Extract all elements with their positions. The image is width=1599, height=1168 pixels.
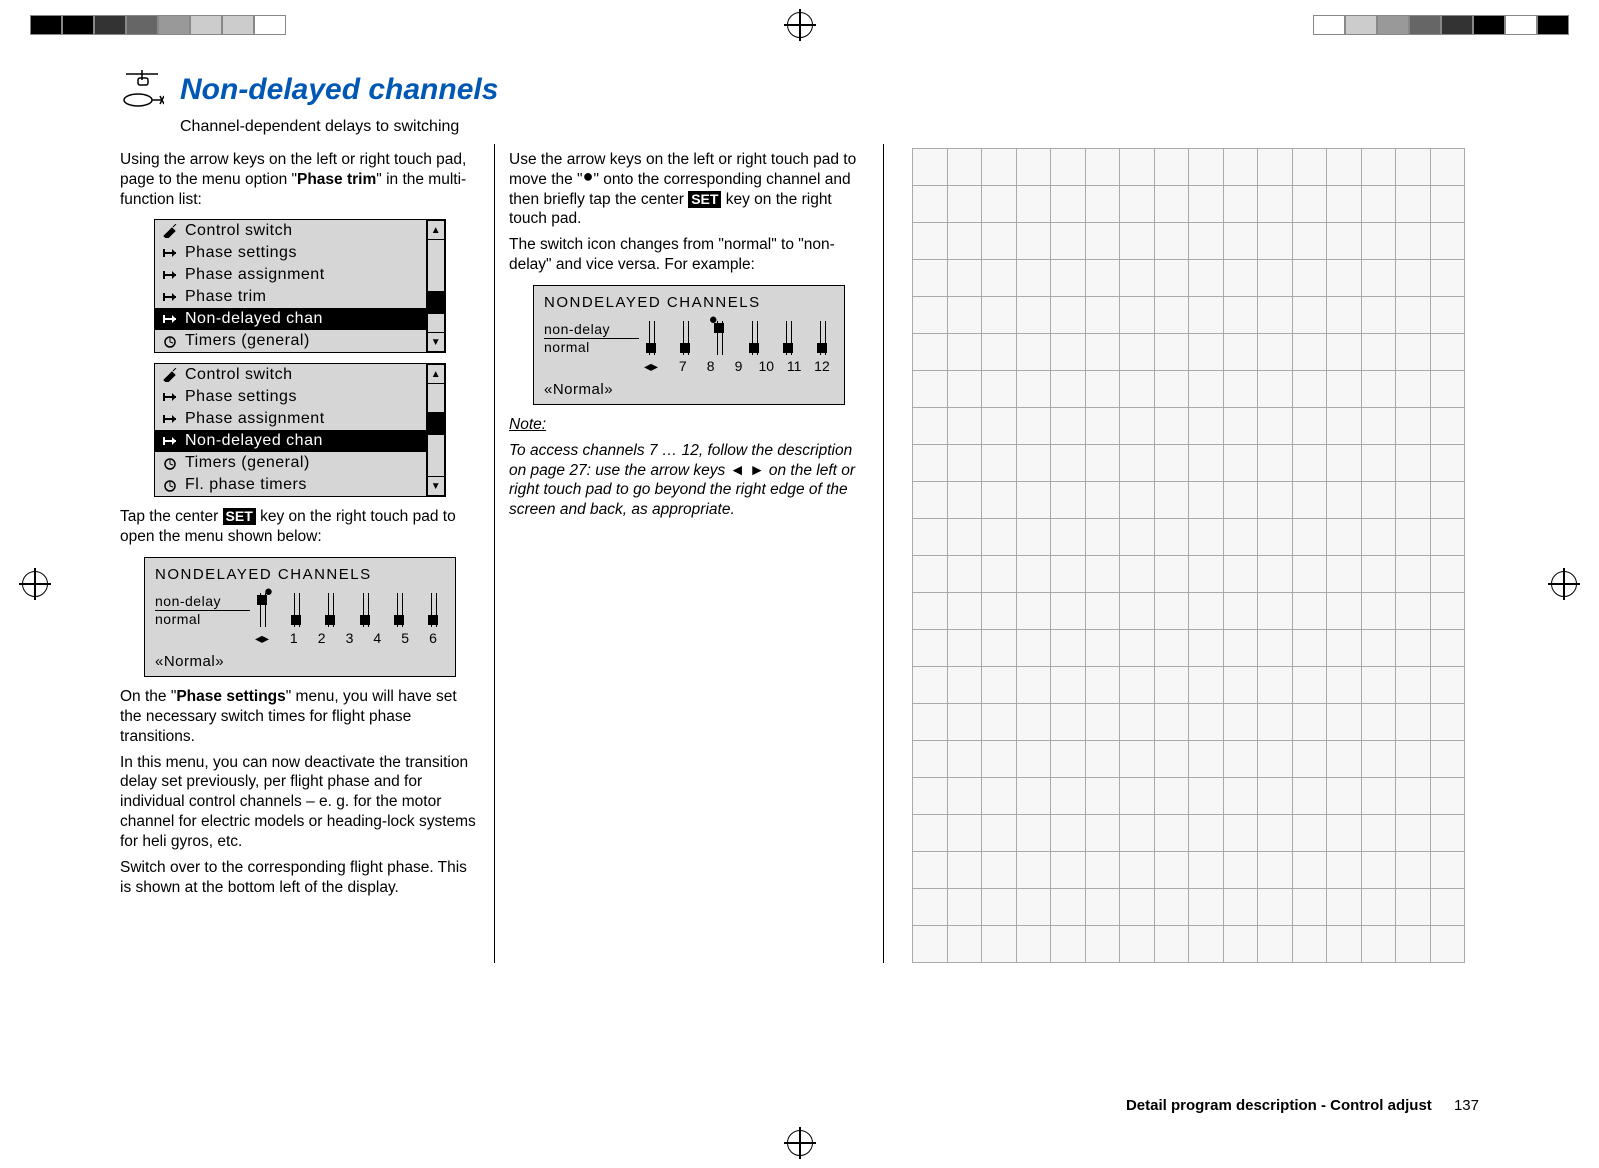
- menu-item-label: Control switch: [181, 366, 422, 384]
- menu-item-label: Phase settings: [181, 388, 422, 406]
- menu-item: Phase trim: [155, 286, 426, 308]
- lcd-panel-1: NONDELAYED CHANNELS ● non-delaynormal ◂▸…: [144, 557, 456, 677]
- menu-item: Phase assignment: [155, 408, 426, 430]
- clock-icon: [159, 478, 181, 492]
- body-text: Using the arrow keys on the left or righ…: [120, 150, 480, 209]
- registration-mark-icon: [22, 571, 48, 597]
- menu-item: Non-delayed chan: [155, 308, 426, 330]
- menu-item-label: Phase assignment: [181, 410, 422, 428]
- scroll-up-icon: ▲: [427, 220, 445, 240]
- menu-item: Control switch: [155, 220, 426, 242]
- phase-icon: [159, 268, 181, 282]
- row-label: normal: [544, 339, 639, 356]
- menu-item: Phase assignment: [155, 264, 426, 286]
- heli-plane-icon: [120, 68, 164, 112]
- scroll-down-icon: ▼: [427, 476, 445, 496]
- note-heading: Note:: [509, 416, 546, 433]
- menu-item: Control switch: [155, 364, 426, 386]
- menu-item-label: Phase settings: [181, 244, 422, 262]
- phase-icon: [159, 390, 181, 404]
- row-label: normal: [155, 611, 250, 628]
- notes-grid: [912, 148, 1465, 963]
- menu-item-label: Timers (general): [181, 332, 422, 350]
- menu-item-label: Control switch: [181, 222, 422, 240]
- page-title: Non-delayed channels: [180, 73, 498, 107]
- phase-icon: [159, 246, 181, 260]
- menu-item: Timers (general): [155, 330, 426, 352]
- menu-item-label: Phase trim: [181, 288, 422, 306]
- registration-mark-icon: [787, 1130, 813, 1156]
- menu-item-label: Timers (general): [181, 454, 422, 472]
- page-subtitle: Channel-dependent delays to switching: [180, 118, 1479, 136]
- panel-title: NONDELAYED CHANNELS: [544, 294, 834, 311]
- phase-icon: [159, 290, 181, 304]
- set-key-icon: SET: [223, 508, 256, 525]
- menu-item: Phase settings: [155, 242, 426, 264]
- registration-mark-icon: [787, 12, 813, 38]
- row-label: non-delay: [544, 321, 639, 339]
- menu-item: Phase settings: [155, 386, 426, 408]
- menu-item: Fl. phase timers: [155, 474, 426, 496]
- phase-icon: [159, 312, 181, 326]
- body-text: Switch over to the corresponding flight …: [120, 858, 480, 898]
- body-text: On the "Phase settings" menu, you will h…: [120, 687, 480, 746]
- clock-icon: [159, 456, 181, 470]
- menu-item-label: Phase assignment: [181, 266, 422, 284]
- clock-icon: [159, 334, 181, 348]
- row-label: non-delay: [155, 593, 250, 611]
- set-key-icon: SET: [688, 191, 721, 208]
- menu-item: Non-delayed chan: [155, 430, 426, 452]
- note-body: To access channels 7 … 12, follow the de…: [509, 441, 869, 520]
- lcd-panel-2: NONDELAYED CHANNELS ● non-delaynormal ◂▸…: [533, 285, 845, 405]
- panel-footer: «Normal»: [544, 381, 834, 398]
- menu-item-label: Fl. phase timers: [181, 476, 422, 494]
- registration-mark-icon: [1551, 571, 1577, 597]
- phase-icon: [159, 434, 181, 448]
- tool-icon: [159, 224, 181, 238]
- scroll-down-icon: ▼: [427, 332, 445, 352]
- tool-icon: [159, 368, 181, 382]
- body-text: The switch icon changes from "normal" to…: [509, 235, 869, 275]
- body-text: In this menu, you can now deactivate the…: [120, 753, 480, 852]
- page-footer: Detail program description - Control adj…: [1126, 1097, 1479, 1114]
- body-text: Use the arrow keys on the left or right …: [509, 150, 869, 229]
- lcd-menu-2: Control switch Phase settings Phase assign…: [154, 363, 446, 497]
- menu-item-label: Non-delayed chan: [181, 432, 422, 450]
- body-text: Tap the center SET key on the right touc…: [120, 507, 480, 547]
- panel-title: NONDELAYED CHANNELS: [155, 566, 445, 583]
- menu-item: Timers (general): [155, 452, 426, 474]
- panel-footer: «Normal»: [155, 653, 445, 670]
- menu-item-label: Non-delayed chan: [181, 310, 422, 328]
- lcd-menu-1: Control switch Phase settings Phase assign…: [154, 219, 446, 353]
- scroll-up-icon: ▲: [427, 364, 445, 384]
- phase-icon: [159, 412, 181, 426]
